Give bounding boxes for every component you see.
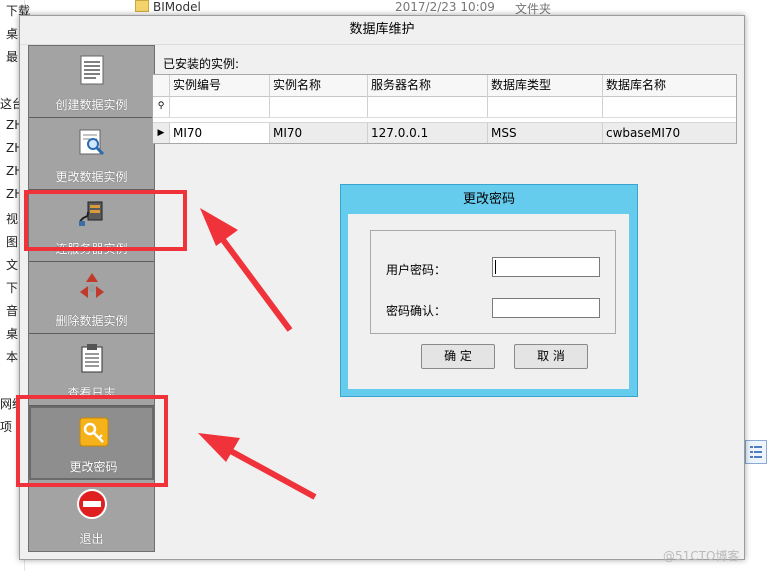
annotation-arrow-icon <box>198 433 317 500</box>
annotation-arrows <box>198 208 317 500</box>
watermark: @51CTO博客 <box>663 549 740 563</box>
annotation-arrow-icon <box>200 208 293 332</box>
